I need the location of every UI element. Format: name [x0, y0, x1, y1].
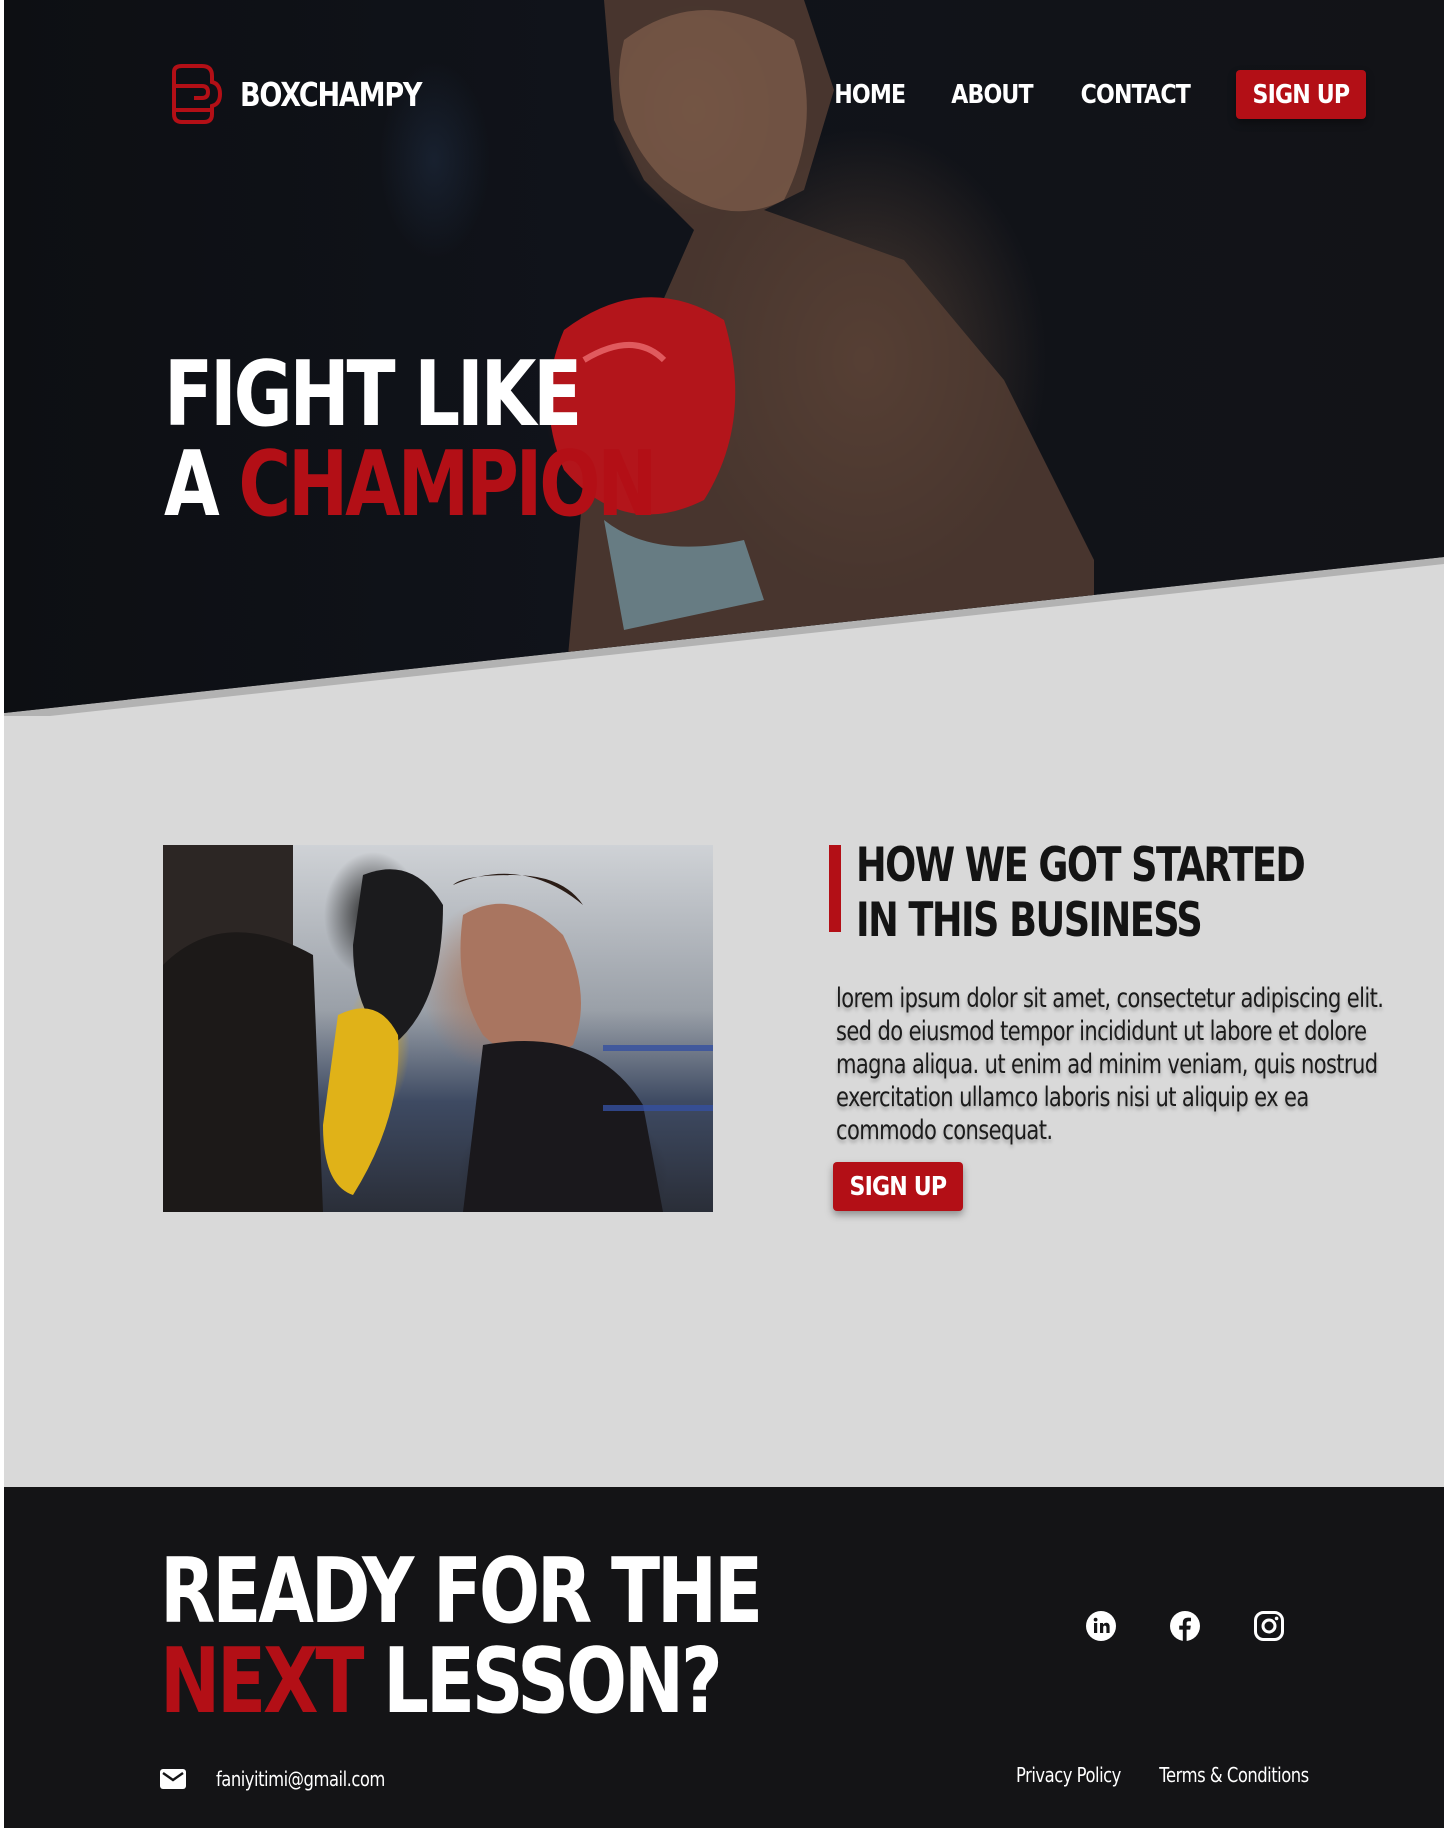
- about-heading: HOW WE GOT STARTED IN THIS BUSINESS: [856, 838, 1306, 948]
- instagram-icon[interactable]: [1253, 1610, 1285, 1642]
- nav-contact-link[interactable]: CONTACT: [1081, 80, 1191, 110]
- terms-conditions-link[interactable]: Terms & Conditions: [1156, 1763, 1309, 1787]
- about-heading-line2: IN THIS BUSINESS: [856, 893, 1203, 948]
- about-boxers-photo: [163, 845, 713, 1212]
- legal-links: Privacy Policy Terms & Conditions: [1016, 1763, 1342, 1787]
- footer-title: READY FOR THE NEXT LESSON?: [160, 1547, 763, 1727]
- about-signup-label: SIGN UP: [849, 1171, 948, 1202]
- footer-title-rest: LESSON?: [361, 1629, 723, 1734]
- site-header: BOXCHAMPY HOME ABOUT CONTACT SIGN UP: [164, 62, 1366, 124]
- contact-email: faniyitimi@gmail.com: [160, 1767, 422, 1791]
- hero-divider-shadow: [4, 557, 1444, 716]
- hero-title: FIGHT LIKE A CHAMPION: [164, 350, 657, 530]
- facebook-icon[interactable]: [1169, 1610, 1201, 1642]
- hero-title-prefix: A: [164, 432, 239, 537]
- nav-about-link[interactable]: ABOUT: [951, 80, 1033, 110]
- about-heading-line1: HOW WE GOT STARTED: [856, 838, 1306, 893]
- main-nav: HOME ABOUT CONTACT SIGN UP: [796, 70, 1366, 119]
- boxing-glove-icon: [172, 64, 222, 124]
- social-links: [1085, 1610, 1337, 1642]
- linkedin-icon[interactable]: [1085, 1610, 1117, 1642]
- about-body-text: lorem ipsum dolor sit amet, consectetur …: [836, 983, 1384, 1146]
- about-heading-accent-bar: [829, 845, 841, 932]
- mail-icon: [160, 1769, 186, 1789]
- about-signup-button[interactable]: SIGN UP: [833, 1162, 963, 1211]
- landing-page: BOXCHAMPY HOME ABOUT CONTACT SIGN UP FIG…: [4, 0, 1444, 1828]
- nav-home-link[interactable]: HOME: [834, 80, 906, 110]
- footer-title-highlight: NEXT: [160, 1629, 364, 1734]
- brand-name: BOXCHAMPY: [240, 74, 423, 114]
- privacy-policy-link[interactable]: Privacy Policy: [1016, 1763, 1131, 1787]
- hero-title-highlight: CHAMPION: [238, 432, 657, 537]
- brand[interactable]: BOXCHAMPY: [164, 62, 461, 126]
- site-footer: READY FOR THE NEXT LESSON? faniyitimi@gm…: [4, 1487, 1444, 1828]
- header-signup-label: SIGN UP: [1252, 79, 1351, 110]
- footer-email-link[interactable]: faniyitimi@gmail.com: [216, 1767, 385, 1791]
- header-signup-button[interactable]: SIGN UP: [1236, 70, 1366, 119]
